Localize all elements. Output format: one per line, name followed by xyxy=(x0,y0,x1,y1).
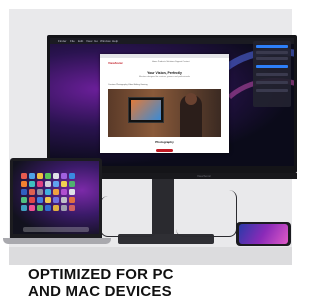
app-icon[interactable] xyxy=(37,173,43,179)
smartphone-screen xyxy=(239,224,288,244)
app-icon[interactable] xyxy=(45,181,51,187)
control-center-panel xyxy=(253,41,291,107)
app-icon[interactable] xyxy=(29,189,35,195)
app-icon[interactable] xyxy=(53,197,59,203)
menu-item-file[interactable]: File xyxy=(70,39,75,43)
control-toggle[interactable] xyxy=(256,89,288,92)
app-icon[interactable] xyxy=(53,173,59,179)
app-icon[interactable] xyxy=(69,173,75,179)
app-icon[interactable] xyxy=(45,173,51,179)
app-icon[interactable] xyxy=(45,197,51,203)
control-toggle[interactable] xyxy=(256,81,288,84)
laptop-dock xyxy=(23,227,89,232)
hero-person-head xyxy=(185,93,197,105)
laptop-screen xyxy=(13,161,99,234)
control-toggle[interactable] xyxy=(256,57,288,60)
app-icon[interactable] xyxy=(61,189,67,195)
app-icon[interactable] xyxy=(29,197,35,203)
app-icon[interactable] xyxy=(53,189,59,195)
hero-image xyxy=(108,89,221,137)
app-icon[interactable] xyxy=(61,173,67,179)
hero-monitor xyxy=(128,97,164,123)
cta-button[interactable] xyxy=(156,149,173,152)
app-icon[interactable] xyxy=(21,181,27,187)
laptop-base xyxy=(3,238,111,244)
site-nav[interactable]: Home Products Solutions Support Contact xyxy=(152,61,190,63)
app-icon[interactable] xyxy=(69,205,75,211)
usb-c-cable xyxy=(176,190,237,237)
browser-toolbar xyxy=(100,54,229,58)
app-icon[interactable] xyxy=(29,181,35,187)
section-title: Photography xyxy=(155,140,174,144)
app-icon[interactable] xyxy=(37,189,43,195)
menu-item-go[interactable]: Go xyxy=(94,39,98,43)
site-logo[interactable]: ViewSonic xyxy=(108,61,123,65)
smartphone xyxy=(236,222,291,246)
control-toggle[interactable] xyxy=(256,45,288,48)
app-icon[interactable] xyxy=(37,181,43,187)
menu-item-finder[interactable]: Finder xyxy=(58,39,67,43)
app-icon[interactable] xyxy=(37,205,43,211)
control-toggle[interactable] xyxy=(256,73,288,76)
app-icon[interactable] xyxy=(69,197,75,203)
site-title: Your Vision, Perfectly xyxy=(147,71,182,75)
site-subtitle: Monitors designed for creators, gamers a… xyxy=(138,76,191,78)
usb-c-cable xyxy=(100,196,157,237)
app-icon[interactable] xyxy=(61,197,67,203)
app-icon[interactable] xyxy=(29,173,35,179)
app-icon[interactable] xyxy=(45,189,51,195)
app-icon[interactable] xyxy=(21,205,27,211)
control-toggle[interactable] xyxy=(256,51,288,54)
control-slider[interactable] xyxy=(256,65,288,68)
app-icon[interactable] xyxy=(21,189,27,195)
app-icon[interactable] xyxy=(53,205,59,211)
site-tabs[interactable]: Creators Photography Video Editing Gamin… xyxy=(108,84,221,87)
app-icon[interactable] xyxy=(69,189,75,195)
browser-window: ViewSonic Home Products Solutions Suppor… xyxy=(100,54,229,153)
app-icon[interactable] xyxy=(21,173,27,179)
menu-item-help[interactable]: Help xyxy=(112,39,118,43)
launchpad-grid xyxy=(21,173,79,211)
monitor-brand-logo: ViewSonic xyxy=(197,174,211,178)
headline: OPTIMIZED FOR PC AND MAC DEVICES xyxy=(28,266,174,300)
app-icon[interactable] xyxy=(21,197,27,203)
app-icon[interactable] xyxy=(53,181,59,187)
app-icon[interactable] xyxy=(45,205,51,211)
menu-item-edit[interactable]: Edit xyxy=(78,39,83,43)
app-icon[interactable] xyxy=(29,205,35,211)
app-icon[interactable] xyxy=(37,197,43,203)
app-icon[interactable] xyxy=(61,205,67,211)
app-icon[interactable] xyxy=(69,181,75,187)
menu-item-view[interactable]: View xyxy=(86,39,92,43)
menu-item-window[interactable]: Window xyxy=(100,39,111,43)
app-icon[interactable] xyxy=(61,181,67,187)
desk-surface xyxy=(9,247,292,265)
